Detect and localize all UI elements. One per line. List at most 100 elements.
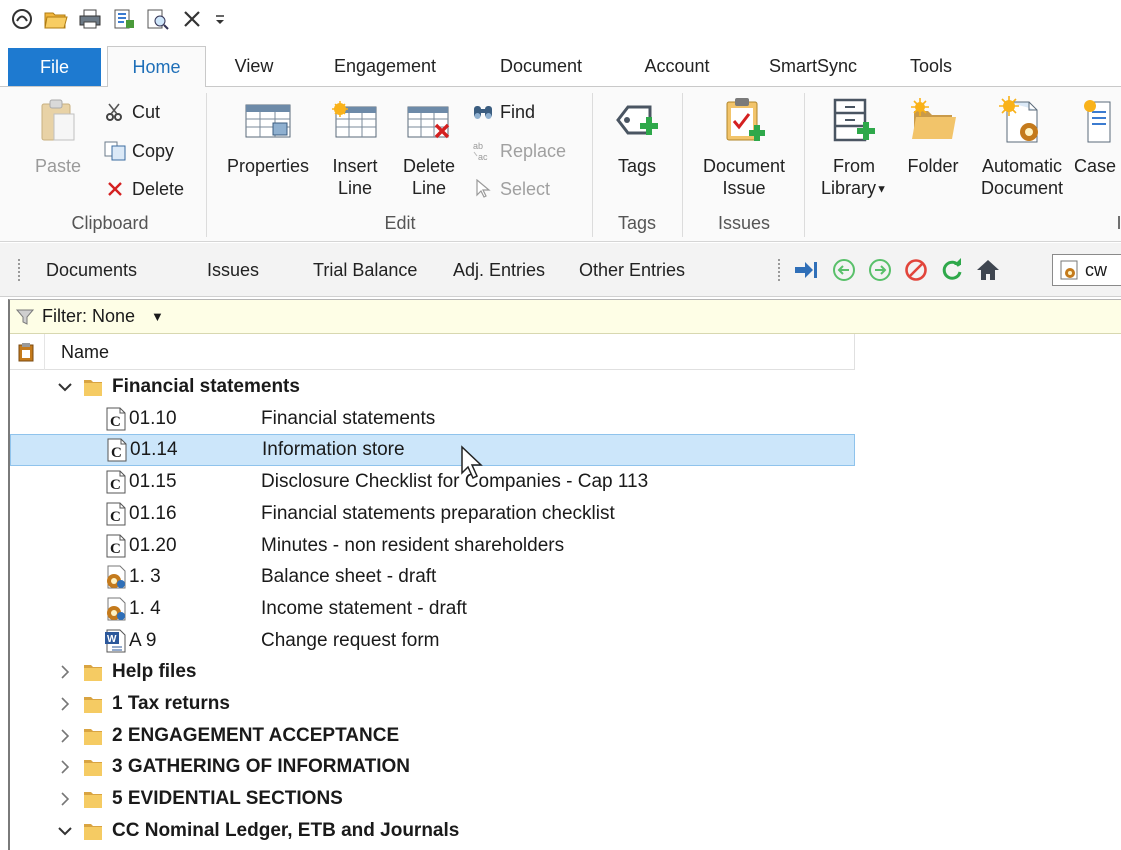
document-row[interactable]: C 01.16 Financial statements preparation c… — [10, 498, 855, 530]
folder-icon — [80, 819, 106, 843]
folder-row[interactable]: 1 Tax returns — [10, 688, 855, 720]
document-code: 01.10 — [129, 407, 177, 429]
toolbar-grip-2[interactable] — [778, 259, 782, 281]
select-button[interactable]: Select — [472, 174, 550, 204]
toolbar-grip[interactable] — [18, 259, 22, 281]
go-to-icon[interactable] — [792, 256, 820, 284]
filter-bar[interactable]: Filter: None ▼ — [10, 300, 1121, 334]
chevron-down-icon[interactable] — [56, 378, 74, 396]
group-divider — [592, 93, 593, 237]
document-row[interactable]: 1. 3 Balance sheet - draft — [10, 561, 855, 593]
delete-line-label-1: Delete — [402, 156, 456, 176]
chevron-right-icon[interactable] — [56, 790, 74, 808]
folder-row[interactable]: Help files — [10, 656, 855, 688]
folder-row[interactable]: 3 GATHERING OF INFORMATION — [10, 751, 855, 783]
home-icon[interactable] — [974, 256, 1002, 284]
automatic-document-button[interactable]: Automatic Document — [970, 93, 1074, 199]
chevron-right-icon[interactable] — [56, 727, 74, 745]
new-folder-icon — [907, 93, 959, 149]
document-row[interactable]: C 01.14 Information store — [10, 434, 855, 467]
document-row[interactable]: C 01.15 Disclosure Checklist for Companies… — [10, 466, 855, 498]
trial-balance-tab[interactable]: Trial Balance — [313, 243, 417, 297]
refresh-icon[interactable] — [938, 256, 966, 284]
chevron-down-icon[interactable]: ▼ — [151, 309, 164, 324]
delete-line-button[interactable]: Delete Line — [396, 93, 462, 199]
tab-smartsync[interactable]: SmartSync — [758, 46, 868, 86]
properties-button[interactable]: Properties — [220, 93, 316, 177]
delete-button[interactable]: Delete — [104, 174, 184, 204]
chevron-right-icon[interactable] — [56, 695, 74, 713]
red-x-icon — [104, 178, 126, 200]
folder-icon — [80, 375, 106, 399]
folder-button[interactable]: Folder — [900, 93, 966, 177]
document-description: Information store — [262, 439, 405, 461]
chevron-down-icon[interactable] — [56, 822, 74, 840]
delete-line-icon — [403, 93, 455, 149]
find-button[interactable]: Find — [472, 97, 535, 127]
copy-button[interactable]: Copy — [104, 136, 174, 166]
tags-button[interactable]: Tags — [604, 93, 670, 177]
tab-file[interactable]: File — [8, 48, 101, 86]
ribbon: Paste Cut Copy Delete Clipboard Properti… — [0, 86, 1121, 242]
client-file-selector[interactable]: cw — [1052, 254, 1121, 286]
document-code: 1. 4 — [129, 597, 161, 619]
case-button[interactable]: Case — [1074, 93, 1121, 177]
document-row[interactable]: W A 9 Change request form — [10, 625, 855, 657]
folder-row[interactable]: 2 ENGAGEMENT ACCEPTANCE — [10, 720, 855, 752]
tab-tools[interactable]: Tools — [900, 46, 962, 86]
back-arrow-icon[interactable] — [830, 256, 858, 284]
forward-arrow-icon[interactable] — [866, 256, 894, 284]
print-icon[interactable] — [78, 7, 102, 31]
document-row[interactable]: 1. 4 Income statement - draft — [10, 593, 855, 625]
replace-button[interactable]: ab ac Replace — [472, 136, 566, 166]
svg-text:C: C — [110, 414, 121, 430]
print-preview-icon[interactable] — [146, 7, 170, 31]
folder-icon — [80, 724, 106, 748]
chevron-right-icon[interactable] — [56, 758, 74, 776]
tab-engagement[interactable]: Engagement — [318, 46, 452, 86]
open-folder-icon[interactable] — [44, 7, 68, 31]
tab-account[interactable]: Account — [630, 46, 724, 86]
svg-text:C: C — [110, 509, 121, 525]
tab-document[interactable]: Document — [486, 46, 596, 86]
documents-tab[interactable]: Documents — [46, 243, 137, 297]
from-library-label-1: From — [832, 156, 875, 176]
funnel-icon — [16, 309, 34, 325]
customize-dropdown-icon[interactable] — [214, 7, 226, 31]
paste-button[interactable]: Paste — [30, 93, 86, 177]
tag-add-icon — [611, 93, 663, 149]
folder-row[interactable]: 5 EVIDENTIAL SECTIONS — [10, 783, 855, 815]
tab-view[interactable]: View — [224, 46, 284, 86]
other-entries-tab[interactable]: Other Entries — [579, 243, 685, 297]
properties-icon[interactable] — [112, 7, 136, 31]
svg-text:W: W — [107, 634, 117, 645]
checklist-document-icon: C — [104, 438, 130, 462]
document-row[interactable]: C 01.20 Minutes - non resident shareholder… — [10, 530, 855, 562]
document-code: 01.14 — [130, 439, 178, 461]
cut-button[interactable]: Cut — [104, 97, 160, 127]
document-code: 1. 3 — [129, 566, 161, 588]
chevron-right-icon[interactable] — [56, 663, 74, 681]
edit-group-label: Edit — [384, 213, 416, 233]
checklist-document-icon: C — [103, 502, 129, 526]
issues-tab[interactable]: Issues — [207, 243, 259, 297]
name-column-header[interactable]: Name — [44, 333, 109, 370]
adj-entries-tab[interactable]: Adj. Entries — [453, 243, 545, 297]
tab-home[interactable]: Home — [107, 46, 206, 87]
delete-label: Delete — [132, 178, 185, 199]
document-row[interactable]: C 01.10 Financial statements — [10, 403, 855, 435]
close-icon[interactable] — [180, 7, 204, 31]
document-issue-button[interactable]: Document Issue — [694, 93, 794, 199]
folder-icon — [80, 755, 106, 779]
app-menu-icon[interactable] — [10, 7, 34, 31]
navigation-toolbar: Documents Issues Trial Balance Adj. Entr… — [0, 243, 1121, 297]
folder-row[interactable]: CC Nominal Ledger, ETB and Journals — [10, 815, 855, 847]
column-chooser-icon[interactable] — [10, 341, 44, 363]
insert-line-button[interactable]: Insert Line — [322, 93, 388, 199]
find-label: Find — [500, 101, 536, 122]
from-library-button[interactable]: From Library▼ — [812, 93, 896, 200]
svg-text:C: C — [111, 445, 122, 461]
folder-row[interactable]: Financial statements — [10, 371, 855, 403]
stop-icon[interactable] — [902, 256, 930, 284]
clipboard-check-icon — [718, 93, 770, 149]
